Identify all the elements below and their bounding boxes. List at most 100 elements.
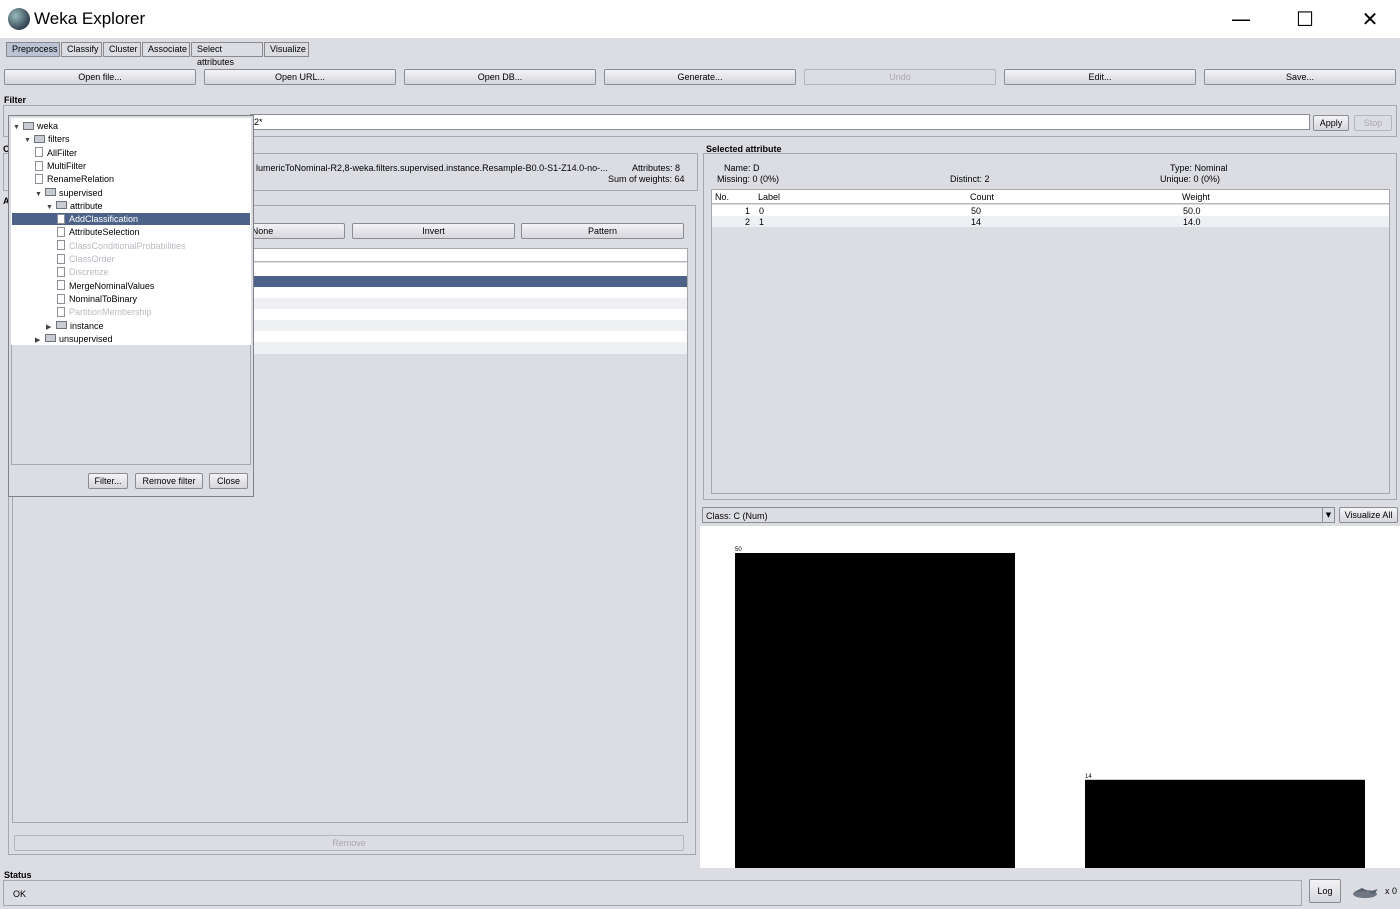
log-button[interactable]: Log (1309, 879, 1341, 903)
tree-node-discretize[interactable]: Discretize (57, 266, 109, 279)
row-count: 14 (971, 217, 982, 227)
tree-node-renamerelation[interactable]: RenameRelation (35, 173, 114, 186)
filter-button[interactable]: Filter... (88, 473, 128, 489)
filter-section-label: Filter (4, 95, 27, 105)
file-icon (35, 173, 43, 184)
row-label: 0 (759, 206, 765, 216)
minimize-icon[interactable]: — (1211, 4, 1271, 34)
tab-associate[interactable]: Associate (142, 42, 190, 57)
file-icon (57, 293, 65, 304)
folder-icon (56, 321, 67, 330)
weka-bird-icon (8, 8, 30, 30)
table-row[interactable]: 1 0 50 50.0 (712, 205, 1389, 216)
open-db-button[interactable]: Open DB... (404, 69, 596, 85)
tree-node-label: supervised (59, 187, 103, 198)
collapsed-toggle-icon[interactable]: ▶ (46, 321, 54, 334)
tree-node-label: ClassOrder (69, 254, 115, 264)
tab-classify[interactable]: Classify (61, 42, 102, 57)
tree-node-attributeselection[interactable]: AttributeSelection (57, 226, 140, 239)
maximize-icon[interactable]: ☐ (1275, 4, 1335, 34)
filter-field-text: 2* (254, 117, 263, 127)
attribute-name: Name: D (724, 163, 760, 173)
tree-node-classorder[interactable]: ClassOrder (57, 253, 115, 266)
tree-node-unsupervised[interactable]: ▶ unsupervised (35, 333, 113, 346)
tree-node-instance[interactable]: ▶ instance (46, 320, 104, 333)
tab-preprocess[interactable]: Preprocess (6, 42, 60, 57)
expanded-toggle-icon[interactable]: ▼ (35, 188, 43, 201)
status-text: OK (13, 889, 27, 899)
tab-cluster[interactable]: Cluster (103, 42, 141, 57)
save-button[interactable]: Save... (1204, 69, 1396, 85)
tree-node-partitionmembership[interactable]: PartitionMembership (57, 306, 152, 319)
remove-filter-button[interactable]: Remove filter (135, 473, 203, 489)
tree-node-classconditionalprobabilities[interactable]: ClassConditionalProbabilities (57, 240, 186, 253)
tree-node-label: AttributeSelection (69, 227, 140, 238)
row-count: 50 (971, 206, 982, 216)
attribute-missing: Missing: 0 (0%) (717, 174, 780, 184)
tree-node-allfilter[interactable]: AllFilter (35, 147, 77, 160)
attribute-distinct: Distinct: 2 (950, 174, 990, 184)
tree-node-supervised[interactable]: ▼ supervised (35, 187, 103, 200)
tree-node-filters[interactable]: ▼ filters (24, 133, 70, 146)
undo-button[interactable]: Undo (804, 69, 996, 85)
attribute-type: Type: Nominal (1170, 163, 1228, 173)
remove-button[interactable]: Remove (14, 835, 684, 851)
table-row[interactable]: 2 1 14 14.0 (712, 216, 1389, 227)
file-icon (57, 213, 65, 224)
row-weight: 50.0 (1183, 206, 1201, 216)
tree-node-addclassification[interactable]: AddClassification (57, 213, 138, 226)
tree-node-nominaltobinary[interactable]: NominalToBinary (57, 293, 137, 306)
col-no: No. (715, 192, 730, 202)
tree-node-label: MergeNominalValues (69, 280, 155, 291)
row-weight: 14.0 (1183, 217, 1201, 227)
invert-button[interactable]: Invert (352, 223, 515, 239)
tree-node-weka[interactable]: ▼ weka (13, 120, 58, 133)
filter-field[interactable]: 2* (250, 114, 1310, 130)
task-count: x 0 (1385, 886, 1398, 896)
collapsed-toggle-icon[interactable]: ▶ (35, 334, 43, 347)
tree-node-mergenominalvalues[interactable]: MergeNominalValues (57, 280, 154, 293)
tree-node-label: RenameRelation (47, 174, 115, 185)
open-file-button[interactable]: Open file... (4, 69, 196, 85)
apply-button[interactable]: Apply (1313, 115, 1349, 131)
open-url-button[interactable]: Open URL... (204, 69, 396, 85)
expanded-toggle-icon[interactable]: ▼ (13, 121, 21, 134)
title-bar: Weka Explorer — ☐ ✕ (0, 0, 1400, 38)
file-icon (57, 253, 65, 264)
tree-node-label: ClassConditionalProbabilities (69, 240, 186, 251)
histogram-chart: 50 14 (700, 526, 1400, 868)
tree-node-label: PartitionMembership (69, 307, 152, 318)
stop-button[interactable]: Stop (1354, 115, 1392, 131)
tab-visualize[interactable]: Visualize (264, 42, 309, 57)
generate-button[interactable]: Generate... (604, 69, 796, 85)
file-icon (57, 227, 65, 238)
expanded-toggle-icon[interactable]: ▼ (24, 134, 32, 147)
tree-node-attribute[interactable]: ▼ attribute (46, 200, 103, 213)
edit-button[interactable]: Edit... (1004, 69, 1196, 85)
close-icon[interactable]: ✕ (1340, 4, 1400, 34)
tree-node-label: Discretize (69, 267, 109, 278)
bar-0 (735, 553, 1015, 868)
chevron-down-icon: ▼ (1322, 508, 1334, 522)
file-icon (57, 280, 65, 291)
histogram-svg: 50 14 (735, 547, 1365, 868)
tree-node-multifilter[interactable]: MultiFilter (35, 160, 86, 173)
close-button[interactable]: Close (209, 473, 248, 489)
expanded-toggle-icon[interactable]: ▼ (46, 201, 54, 214)
tab-select-attributes[interactable]: Select attributes (191, 42, 263, 67)
row-label: 1 (759, 217, 765, 227)
pattern-button[interactable]: Pattern (521, 223, 684, 239)
tree-node-label: instance (70, 320, 104, 331)
tree-node-label: unsupervised (59, 333, 113, 344)
tree-node-label: attribute (70, 200, 103, 211)
labels-table[interactable] (711, 189, 1390, 494)
visualize-all-button[interactable]: Visualize All (1339, 507, 1398, 523)
tree-node-label: MultiFilter (47, 160, 87, 171)
row-no: 1 (745, 206, 751, 216)
file-icon (35, 160, 43, 171)
class-select[interactable]: Class: C (Num) ▼ (702, 507, 1335, 523)
class-select-value: Class: C (Num) (706, 511, 768, 521)
tree-node-label: weka (37, 121, 59, 131)
weka-status-bird-icon[interactable] (1350, 886, 1380, 900)
folder-icon (45, 334, 56, 343)
